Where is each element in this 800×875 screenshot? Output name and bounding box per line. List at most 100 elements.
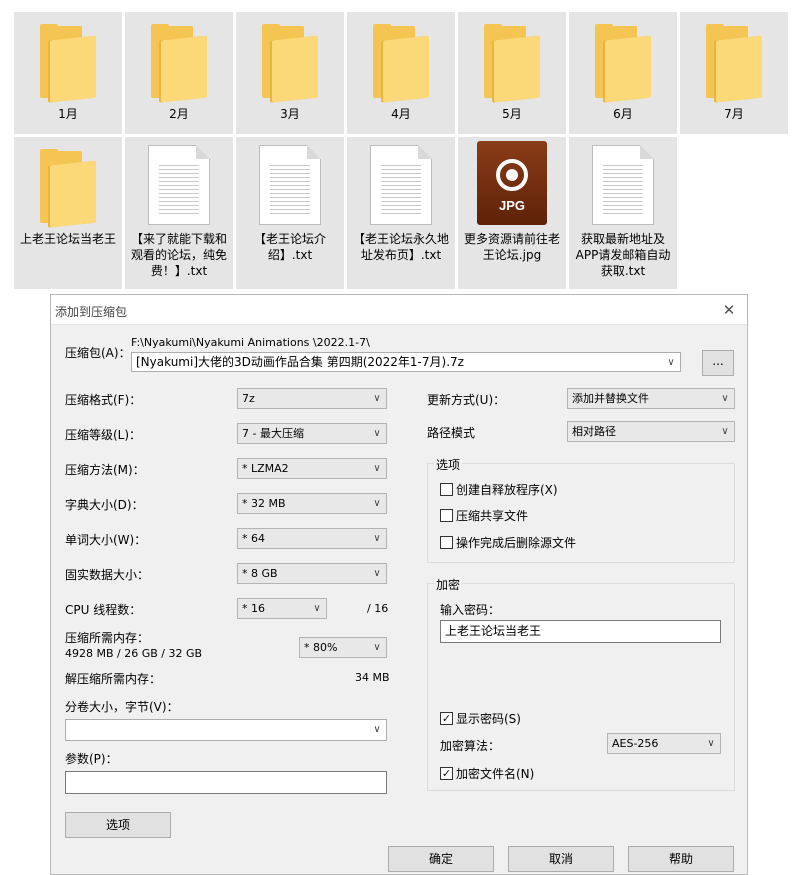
password-input[interactable]: 上老王论坛当老王 xyxy=(440,620,721,643)
browse-button[interactable]: ... xyxy=(702,350,734,376)
method-select[interactable]: * LZMA2 xyxy=(237,458,387,479)
chevron-down-icon[interactable] xyxy=(370,720,384,739)
method-label: 压缩方法(M)： xyxy=(65,463,145,477)
folder-icon xyxy=(151,24,207,103)
dialog-titlebar: 添加到压缩包 ✕ xyxy=(51,295,747,325)
close-icon[interactable]: ✕ xyxy=(719,300,739,320)
volume-size-label: 分卷大小，字节(V)： xyxy=(65,700,179,714)
password-label: 输入密码： xyxy=(440,603,501,617)
file-label: 获取最新地址及APP请发邮箱自动获取.txt xyxy=(575,232,671,278)
show-password-checkbox[interactable]: 显示密码(S) xyxy=(440,710,521,726)
solid-size-select[interactable]: * 8 GB xyxy=(237,563,387,584)
chevron-down-icon[interactable] xyxy=(664,353,678,371)
file-label: 2月 xyxy=(169,107,189,121)
folder-icon xyxy=(706,24,762,103)
memory-percent-select[interactable]: * 80% xyxy=(299,637,387,658)
encrypt-filenames-checkbox[interactable]: 加密文件名(N) xyxy=(440,765,534,781)
cpu-threads-label: CPU 线程数： xyxy=(65,603,142,617)
folder-icon xyxy=(262,24,318,103)
file-label: 更多资源请前往老王论坛.jpg xyxy=(463,232,560,262)
folder-item[interactable]: 7月 xyxy=(680,12,788,134)
txt-file-item[interactable]: 获取最新地址及APP请发邮箱自动获取.txt xyxy=(569,137,677,289)
level-label: 压缩等级(L)： xyxy=(65,428,142,442)
checkbox-box[interactable] xyxy=(440,535,453,549)
chevron-down-icon xyxy=(370,424,384,443)
dictionary-label: 字典大小(D)： xyxy=(65,498,144,512)
chevron-down-icon xyxy=(310,599,324,618)
txt-file-item[interactable]: 【老王论坛介绍】.txt xyxy=(236,137,344,289)
folder-item[interactable]: 5月 xyxy=(458,12,566,134)
create-sfx-checkbox[interactable]: 创建自释放程序(X) xyxy=(440,481,558,497)
checkbox-box-checked[interactable] xyxy=(440,711,453,725)
folder-item[interactable]: 3月 xyxy=(236,12,344,134)
help-button[interactable]: 帮助 xyxy=(628,846,734,872)
chevron-down-icon xyxy=(370,459,384,478)
file-label: 7月 xyxy=(724,107,744,121)
cancel-button[interactable]: 取消 xyxy=(508,846,614,872)
eye-icon xyxy=(496,159,528,191)
cpu-threads-max: / 16 xyxy=(367,602,389,615)
chevron-down-icon xyxy=(370,389,384,408)
update-mode-label: 更新方式(U)： xyxy=(427,393,506,407)
dictionary-select[interactable]: * 32 MB xyxy=(237,493,387,514)
volume-size-combo[interactable] xyxy=(65,719,387,741)
file-label: 3月 xyxy=(280,107,300,121)
folder-icon xyxy=(484,24,540,103)
encryption-group-title: 加密 xyxy=(434,576,463,593)
archive-name-combo[interactable]: [Nyakumi]大佬的3D动画作品合集 第四期(2022年1-7月).7z xyxy=(131,352,681,372)
level-select[interactable]: 7 - 最大压缩 xyxy=(237,423,387,444)
path-mode-label: 路径模式 xyxy=(427,426,476,440)
format-label: 压缩格式(F)： xyxy=(65,393,142,407)
ok-button[interactable]: 确定 xyxy=(388,846,494,872)
compress-shared-checkbox[interactable]: 压缩共享文件 xyxy=(440,507,528,523)
add-to-archive-dialog: 添加到压缩包 ✕ 压缩包(A)： F:\Nyakumi\Nyakumi Anim… xyxy=(50,294,748,875)
checkbox-box[interactable] xyxy=(440,508,453,522)
folder-icon xyxy=(373,24,429,103)
compress-memory-value: 4928 MB / 26 GB / 32 GB xyxy=(65,647,203,660)
chevron-down-icon xyxy=(718,422,732,441)
txt-file-item[interactable]: 【老王论坛永久地址发布页】.txt xyxy=(347,137,455,289)
folder-item[interactable]: 4月 xyxy=(347,12,455,134)
word-size-label: 单词大小(W)： xyxy=(65,533,147,547)
params-input[interactable] xyxy=(65,771,387,794)
chevron-down-icon xyxy=(704,734,718,753)
decompress-memory-value: 34 MB xyxy=(355,671,390,684)
folder-item[interactable]: 6月 xyxy=(569,12,677,134)
file-label: 【来了就能下载和观看的论坛，纯免费！】.txt xyxy=(130,232,227,278)
archive-path: F:\Nyakumi\Nyakumi Animations \2022.1-7\ xyxy=(131,336,370,349)
text-document-icon xyxy=(370,145,432,225)
txt-file-item[interactable]: 【来了就能下载和观看的论坛，纯免费！】.txt xyxy=(125,137,233,289)
chevron-down-icon xyxy=(370,529,384,548)
checkbox-box[interactable] xyxy=(440,482,453,496)
folder-item[interactable]: 1月 xyxy=(14,12,122,134)
folder-icon xyxy=(595,24,651,103)
folder-item[interactable]: 2月 xyxy=(125,12,233,134)
compress-memory-label: 压缩所需内存： xyxy=(65,631,150,645)
chevron-down-icon xyxy=(718,389,732,408)
file-label: 【老王论坛永久地址发布页】.txt xyxy=(352,232,449,262)
folder-item[interactable]: 上老王论坛当老王 xyxy=(14,137,122,289)
word-size-select[interactable]: * 64 xyxy=(237,528,387,549)
text-document-icon xyxy=(259,145,321,225)
chevron-down-icon xyxy=(370,638,384,657)
chevron-down-icon xyxy=(370,564,384,583)
format-select[interactable]: 7z xyxy=(237,388,387,409)
path-mode-select[interactable]: 相对路径 xyxy=(567,421,735,442)
checkbox-box-checked[interactable] xyxy=(440,766,453,780)
file-label: 【老王论坛介绍】.txt xyxy=(253,232,326,262)
archive-label: 压缩包(A)： xyxy=(65,346,131,360)
encryption-method-select[interactable]: AES-256 xyxy=(607,733,721,754)
file-label: 上老王论坛当老王 xyxy=(19,232,116,246)
delete-after-checkbox[interactable]: 操作完成后删除源文件 xyxy=(440,534,576,550)
cpu-threads-select[interactable]: * 16 xyxy=(237,598,327,619)
file-label: 4月 xyxy=(391,107,411,121)
chevron-down-icon xyxy=(370,494,384,513)
file-label: 6月 xyxy=(613,107,633,121)
encryption-method-label: 加密算法： xyxy=(440,739,501,753)
options-button[interactable]: 选项 xyxy=(65,812,171,838)
jpg-file-item[interactable]: JPG 更多资源请前往老王论坛.jpg xyxy=(458,137,566,289)
folder-icon xyxy=(40,24,96,103)
folder-icon xyxy=(40,149,96,228)
decompress-memory-label: 解压缩所需内存： xyxy=(65,672,162,686)
update-mode-select[interactable]: 添加并替换文件 xyxy=(567,388,735,409)
